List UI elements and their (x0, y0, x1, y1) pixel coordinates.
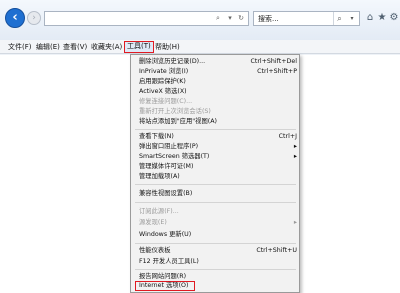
menu-row-label: Windows 更新(U) (139, 231, 192, 238)
menu-tools[interactable]: 工具(T) (124, 41, 154, 53)
menu-separator (135, 243, 296, 244)
menu-separator (135, 202, 296, 203)
forward-arrow-icon[interactable]: › (27, 11, 41, 25)
menu-row-label: 性能仪表板 (139, 247, 171, 254)
search-placeholder: 搜索... (258, 15, 279, 23)
search-input[interactable]: 搜索... ⌕ ▾ (253, 11, 360, 26)
menu-row-shortcut: Ctrl+J (278, 133, 297, 140)
tools-dropdown-menu: 删除浏览历史记录(D)... Ctrl+Shift+Del InPrivate … (130, 54, 300, 293)
back-arrow-icon[interactable]: ‹ (5, 8, 25, 28)
search-icon[interactable]: ⌕ (333, 12, 345, 25)
home-icon[interactable]: ⌂ (364, 11, 376, 25)
menu-row-label: 弹出窗口阻止程序(P) (139, 143, 199, 150)
menu-row-label: SmartScreen 筛选器(T) (139, 153, 210, 160)
menu-row-label: 订阅此源(F)... (139, 208, 179, 215)
menu-row-tracking-protection[interactable]: 启用跟踪保护(K) (139, 77, 297, 87)
menu-help[interactable]: 帮助(H) (155, 42, 180, 53)
menu-row-label: 启用跟踪保护(K) (139, 78, 186, 85)
menu-separator (135, 269, 296, 270)
address-search-icon[interactable]: ⌕ (213, 13, 223, 24)
menu-row-label: ActiveX 筛选(X) (139, 88, 187, 95)
menu-row-label: 删除浏览历史记录(D)... (139, 58, 206, 65)
menu-row-label: 源发现(E) (139, 219, 167, 226)
menu-row-label: 查看下载(N) (139, 133, 174, 140)
menu-row-label: InPrivate 浏览(I) (139, 68, 189, 75)
menu-row-subscribe-feed: 订阅此源(F)... (139, 207, 297, 217)
address-dropdown-icon[interactable]: ▾ (225, 13, 235, 24)
menu-row-label: 修复连接问题(C)... (139, 98, 193, 105)
menu-row-shortcut: Ctrl+Shift+P (257, 68, 297, 75)
search-dropdown-icon[interactable]: ▾ (347, 12, 357, 25)
address-bar[interactable]: ⌕ ▾ ↻ (44, 11, 249, 26)
menu-row-label: 将站点添加到"应用"视图(A) (139, 118, 217, 125)
menu-row-manage-addons[interactable]: 管理加载项(A) (139, 172, 297, 182)
menu-row-label: 管理加载项(A) (139, 173, 180, 180)
menu-row-feed-discovery: 源发现(E) ▸ (139, 218, 297, 228)
menu-row-delete-history[interactable]: 删除浏览历史记录(D)... Ctrl+Shift+Del (139, 57, 297, 67)
menu-favorites[interactable]: 收藏夹(A) (91, 42, 122, 53)
menu-separator (135, 129, 296, 130)
menu-row-label: 报告网站问题(R) (139, 273, 187, 280)
menu-row-media-licenses[interactable]: 管理媒体许可证(M) (139, 162, 297, 172)
menu-row-performance-dashboard[interactable]: 性能仪表板 Ctrl+Shift+U (139, 246, 297, 256)
menu-row-activex[interactable]: ActiveX 筛选(X) (139, 87, 297, 97)
menu-view[interactable]: 查看(V) (63, 42, 87, 53)
menu-row-label: 重新打开上次浏览会话(S) (139, 108, 211, 115)
submenu-arrow-icon: ▸ (293, 143, 297, 150)
menu-row-f12-devtools[interactable]: F12 开发人员工具(L) (139, 257, 297, 267)
menu-row-add-to-apps[interactable]: 将站点添加到"应用"视图(A) (139, 117, 297, 127)
menu-row-label: Internet 选项(O) (139, 282, 189, 289)
menu-file[interactable]: 文件(F) (8, 42, 32, 53)
menu-row-label: 管理媒体许可证(M) (139, 163, 194, 170)
menu-row-shortcut: Ctrl+Shift+Del (250, 58, 297, 65)
menu-row-view-downloads[interactable]: 查看下载(N) Ctrl+J (139, 132, 297, 142)
navigation-bar: ‹ › ⌕ ▾ ↻ 搜索... ⌕ ▾ ⌂ ★ ⚙ (0, 0, 400, 40)
menu-edit[interactable]: 编辑(E) (36, 42, 60, 53)
favorites-icon[interactable]: ★ (376, 11, 388, 25)
menu-row-smartscreen[interactable]: SmartScreen 筛选器(T) ▸ (139, 152, 297, 162)
refresh-icon[interactable]: ↻ (236, 13, 246, 24)
menu-row-shortcut: Ctrl+Shift+U (256, 247, 297, 254)
menu-row-inprivate[interactable]: InPrivate 浏览(I) Ctrl+Shift+P (139, 67, 297, 77)
menu-row-label: 兼容性视图设置(B) (139, 190, 193, 197)
menu-row-compat-view[interactable]: 兼容性视图设置(B) (139, 189, 297, 199)
menu-row-fix-connection: 修复连接问题(C)... (139, 97, 297, 107)
submenu-arrow-icon: ▸ (293, 153, 297, 160)
menu-row-internet-options[interactable]: Internet 选项(O) (135, 281, 195, 291)
menu-row-windows-update[interactable]: Windows 更新(U) (139, 230, 297, 240)
menu-separator (135, 184, 296, 185)
submenu-arrow-icon: ▸ (293, 219, 297, 226)
menu-row-popup-blocker[interactable]: 弹出窗口阻止程序(P) ▸ (139, 142, 297, 152)
menu-row-reopen-session: 重新打开上次浏览会话(S) (139, 107, 297, 117)
menu-row-label: F12 开发人员工具(L) (139, 258, 199, 265)
menu-bar: 文件(F) 编辑(E) 查看(V) 收藏夹(A) 工具(T) 帮助(H) (0, 40, 400, 54)
gear-icon[interactable]: ⚙ (388, 11, 400, 25)
